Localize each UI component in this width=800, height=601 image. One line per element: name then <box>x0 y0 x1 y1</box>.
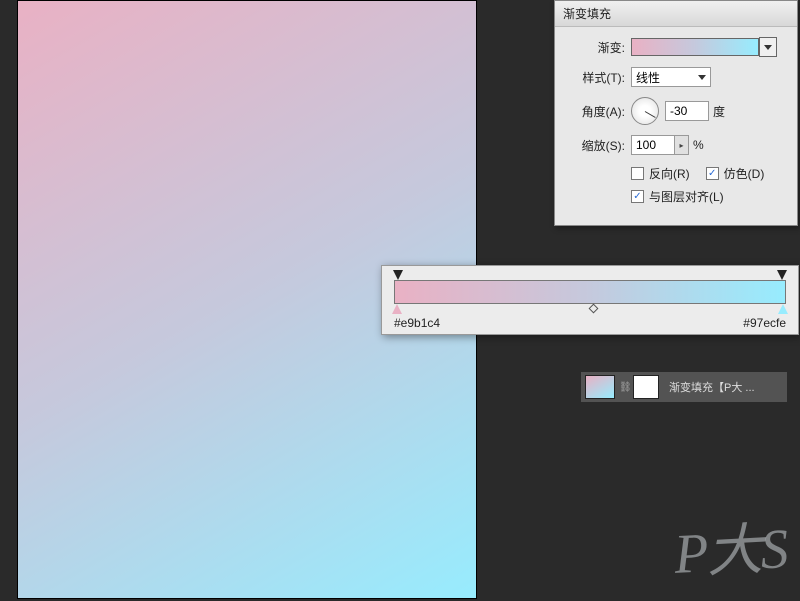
chevron-down-icon <box>764 45 772 50</box>
dialog-body: 渐变: 样式(T): 线性 角度(A): -30 度 缩放(S): 100 ▸ … <box>555 27 797 225</box>
align-checkbox[interactable]: ✓ 与图层对齐(L) <box>631 188 724 205</box>
angle-wheel[interactable] <box>631 97 659 125</box>
angle-unit: 度 <box>713 103 725 120</box>
layer-row[interactable]: ⛓ 渐变填充【P大 ... <box>581 372 787 402</box>
opacity-stop-left[interactable] <box>393 270 403 280</box>
layer-name: 渐变填充【P大 ... <box>669 379 783 395</box>
color-stop-left[interactable] <box>392 304 402 314</box>
align-label: 与图层对齐(L) <box>649 188 724 205</box>
dither-checkbox[interactable]: ✓ 仿色(D) <box>706 165 765 182</box>
scale-input[interactable]: 100 <box>631 135 675 155</box>
gradient-fill-dialog: 渐变填充 渐变: 样式(T): 线性 角度(A): -30 度 缩放(S): 1… <box>554 0 798 226</box>
scale-spinner[interactable]: ▸ <box>675 135 689 155</box>
gradient-color-labels: #e9b1c4 #97ecfe <box>394 316 786 330</box>
style-label: 样式(T): <box>569 69 625 86</box>
color-stop-right[interactable] <box>778 304 788 314</box>
checkbox-row-2: ✓ 与图层对齐(L) <box>569 188 783 205</box>
scale-label: 缩放(S): <box>569 137 625 154</box>
angle-label: 角度(A): <box>569 103 625 120</box>
checkbox-icon: ✓ <box>706 167 719 180</box>
gradient-editor: #e9b1c4 #97ecfe <box>381 265 799 335</box>
style-value: 线性 <box>636 69 660 86</box>
dialog-title: 渐变填充 <box>555 1 797 27</box>
gradient-row: 渐变: <box>569 37 783 57</box>
gradient-bar[interactable] <box>394 280 786 304</box>
right-color-label: #97ecfe <box>743 316 786 330</box>
style-row: 样式(T): 线性 <box>569 67 783 87</box>
dither-label: 仿色(D) <box>724 165 765 182</box>
checkbox-row-1: 反向(R) ✓ 仿色(D) <box>569 165 783 182</box>
scale-row: 缩放(S): 100 ▸ % <box>569 135 783 155</box>
opacity-stop-right[interactable] <box>777 270 787 280</box>
gradient-dropdown-button[interactable] <box>759 37 777 57</box>
link-icon: ⛓ <box>619 382 629 392</box>
angle-row: 角度(A): -30 度 <box>569 97 783 125</box>
layer-mask-thumbnail[interactable] <box>633 375 659 399</box>
layer-thumbnail[interactable] <box>585 375 615 399</box>
chevron-down-icon <box>698 75 706 80</box>
angle-input[interactable]: -30 <box>665 101 709 121</box>
watermark: P大S <box>672 503 788 590</box>
checkbox-icon: ✓ <box>631 190 644 203</box>
scale-unit: % <box>693 138 704 152</box>
reverse-label: 反向(R) <box>649 165 690 182</box>
gradient-preview-swatch[interactable] <box>631 38 759 56</box>
reverse-checkbox[interactable]: 反向(R) <box>631 165 690 182</box>
gradient-label: 渐变: <box>569 39 625 56</box>
midpoint-diamond[interactable] <box>589 304 599 314</box>
style-select[interactable]: 线性 <box>631 67 711 87</box>
left-color-label: #e9b1c4 <box>394 316 440 330</box>
checkbox-icon <box>631 167 644 180</box>
